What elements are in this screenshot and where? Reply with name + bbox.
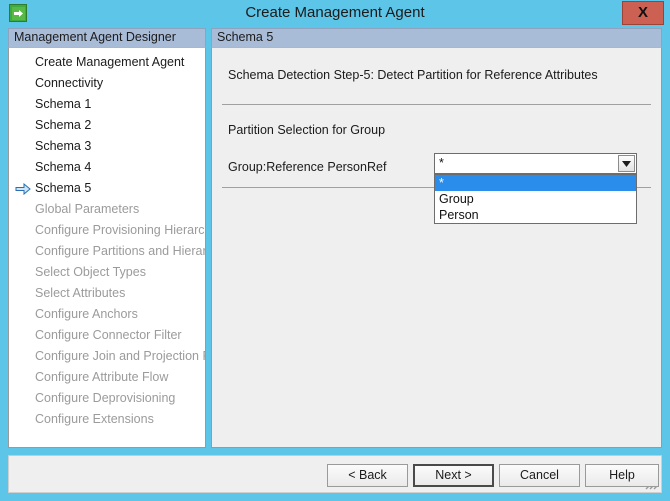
combo-option[interactable]: Person	[435, 207, 636, 223]
window-title: Create Management Agent	[245, 4, 425, 21]
sidebar-item-schema-1[interactable]: Schema 1	[9, 94, 205, 115]
page-header: Schema 5	[211, 28, 662, 47]
sidebar-item-select-attributes: Select Attributes	[9, 283, 205, 304]
sidebar-item-schema-2[interactable]: Schema 2	[9, 115, 205, 136]
sidebar-item-global-parameters: Global Parameters	[9, 199, 205, 220]
sidebar-item-configure-attribute-flow: Configure Attribute Flow	[9, 367, 205, 388]
sidebar-item-label: Configure Connector Filter	[35, 328, 182, 342]
sidebar-item-configure-partitions-and-hierarchies: Configure Partitions and Hierarchies	[9, 241, 205, 262]
title-bar: Create Management Agent X	[0, 0, 670, 26]
separator-top	[222, 104, 651, 105]
sidebar-item-configure-extensions: Configure Extensions	[9, 409, 205, 430]
combo-selected-value: *	[439, 156, 444, 170]
sidebar-item-label: Connectivity	[35, 76, 104, 90]
close-button[interactable]: X	[622, 1, 664, 25]
sidebar-item-label: Configure Attribute Flow	[35, 370, 169, 384]
partition-combo-box[interactable]: *	[434, 153, 637, 174]
sidebar-item-connectivity[interactable]: Connectivity	[9, 73, 205, 94]
back-button[interactable]: < Back	[327, 464, 408, 487]
sidebar-item-label: Configure Deprovisioning	[35, 391, 176, 405]
sidebar-item-configure-connector-filter: Configure Connector Filter	[9, 325, 205, 346]
sidebar-item-configure-join-and-projection-rules: Configure Join and Projection Rules	[9, 346, 205, 367]
designer-header: Management Agent Designer	[8, 28, 206, 47]
sidebar-item-schema-4[interactable]: Schema 4	[9, 157, 205, 178]
sidebar-item-configure-deprovisioning: Configure Deprovisioning	[9, 388, 205, 409]
next-button[interactable]: Next >	[413, 464, 494, 487]
combo-option[interactable]: *	[435, 175, 636, 191]
sidebar-item-label: Schema 3	[35, 139, 92, 153]
partition-combo-dropdown-list[interactable]: * Group Person	[434, 174, 637, 224]
sidebar-item-configure-anchors: Configure Anchors	[9, 304, 205, 325]
help-button[interactable]: Help	[585, 464, 659, 487]
sidebar-item-label: Schema 2	[35, 118, 92, 132]
dialog-footer: < Back Next > Cancel Help	[8, 456, 662, 493]
sidebar-item-create-management-agent[interactable]: Create Management Agent	[9, 52, 205, 73]
main-pane: Schema Detection Step-5: Detect Partitio…	[211, 47, 662, 448]
section-label: Partition Selection for Group	[228, 123, 386, 137]
sidebar-item-label: Global Parameters	[35, 202, 140, 216]
sidebar-item-schema-3[interactable]: Schema 3	[9, 136, 205, 157]
cancel-button[interactable]: Cancel	[499, 464, 580, 487]
sidebar-item-label: Configure Provisioning Hierarchy	[35, 223, 206, 237]
field-label: Group:Reference PersonRef	[228, 160, 387, 174]
combo-option[interactable]: Group	[435, 191, 636, 207]
dialog-window: Create Management Agent X Management Age…	[0, 0, 670, 501]
sidebar-item-schema-5[interactable]: Schema 5	[9, 178, 205, 199]
sidebar-item-label: Schema 5	[35, 181, 92, 195]
sidebar-item-select-object-types: Select Object Types	[9, 262, 205, 283]
sidebar-item-label: Configure Partitions and Hierarchies	[35, 244, 205, 258]
sidebar-item-label: Select Attributes	[35, 286, 126, 300]
sidebar-item-label: Schema 4	[35, 160, 92, 174]
sidebar-item-label: Schema 1	[35, 97, 92, 111]
sidebar-item-label: Configure Extensions	[35, 412, 154, 426]
wizard-step-list[interactable]: Create Management Agent Connectivity Schem…	[8, 47, 206, 448]
chevron-down-icon[interactable]	[618, 155, 635, 172]
sidebar-item-configure-provisioning-hierarchy: Configure Provisioning Hierarchy	[9, 220, 205, 241]
sidebar-item-label: Create Management Agent	[35, 55, 185, 69]
current-step-arrow-icon	[15, 182, 31, 196]
sidebar-item-label: Configure Join and Projection Rules	[35, 349, 205, 363]
sidebar-item-label: Configure Anchors	[35, 307, 138, 321]
sidebar-item-label: Select Object Types	[35, 265, 146, 279]
step-title: Schema Detection Step-5: Detect Partitio…	[228, 68, 598, 82]
